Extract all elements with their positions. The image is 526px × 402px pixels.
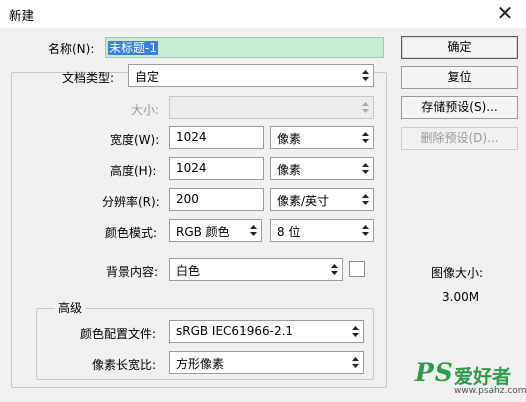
color-mode-label: 颜色模式: xyxy=(105,226,158,240)
background-value: 白色 xyxy=(176,264,201,278)
background-select[interactable]: 白色 xyxy=(169,258,343,281)
profile-label: 颜色配置文件: xyxy=(80,327,157,341)
ok-button[interactable]: 确定 xyxy=(401,36,518,59)
title-bar: 新建 ✕ xyxy=(0,0,526,28)
watermark-ps: PS xyxy=(415,358,454,387)
watermark-url: www.psahz.com xyxy=(454,386,526,396)
pixel-aspect-select[interactable]: 方形像素 xyxy=(169,351,364,374)
window-title: 新建 xyxy=(9,8,35,23)
background-color-swatch[interactable] xyxy=(349,261,365,277)
bit-depth-value: 8 位 xyxy=(277,225,301,239)
height-unit-value: 像素 xyxy=(277,163,302,177)
resolution-unit-value: 像素/英寸 xyxy=(277,194,330,208)
size-select xyxy=(169,96,374,119)
updown-arrow-icon xyxy=(250,225,257,236)
updown-arrow-icon xyxy=(362,70,369,81)
color-mode-value: RGB 颜色 xyxy=(176,225,230,239)
watermark-logo: PS 爱好者 www.psahz.com xyxy=(415,358,526,402)
height-unit-select[interactable]: 像素 xyxy=(270,157,374,180)
size-label: 大小: xyxy=(131,103,160,117)
name-value: 未标题-1 xyxy=(108,41,158,55)
updown-arrow-icon xyxy=(362,102,369,113)
color-profile-select[interactable]: sRGB IEC61966-2.1 xyxy=(169,320,364,343)
image-size-label: 图像大小: xyxy=(431,266,484,280)
delete-preset-button: 删除预设(D)... xyxy=(401,127,518,150)
watermark-text: 爱好者 xyxy=(454,366,512,388)
height-input[interactable]: 1024 xyxy=(169,157,264,180)
resolution-input[interactable]: 200 xyxy=(169,188,264,211)
name-label: 名称(N): xyxy=(48,42,95,56)
image-size-value: 3.00M xyxy=(442,290,480,304)
updown-arrow-icon xyxy=(331,264,338,275)
preset-label: 文档类型: xyxy=(62,71,115,85)
resolution-unit-select[interactable]: 像素/英寸 xyxy=(270,188,374,211)
bit-depth-select[interactable]: 8 位 xyxy=(270,219,374,242)
updown-arrow-icon xyxy=(362,163,369,174)
color-mode-select[interactable]: RGB 颜色 xyxy=(169,219,262,242)
advanced-legend: 高级 xyxy=(55,299,86,316)
height-label: 高度(H): xyxy=(110,164,157,178)
preset-value: 自定 xyxy=(135,70,160,84)
resolution-label: 分辨率(R): xyxy=(102,195,160,209)
save-preset-button[interactable]: 存储预设(S)... xyxy=(401,96,518,119)
name-field[interactable]: 未标题-1 xyxy=(105,37,384,58)
updown-arrow-icon xyxy=(352,357,359,368)
preset-select[interactable]: 自定 xyxy=(128,64,374,87)
updown-arrow-icon xyxy=(362,194,369,205)
width-unit-select[interactable]: 像素 xyxy=(270,126,374,149)
width-unit-value: 像素 xyxy=(277,132,302,146)
pixel-aspect-label: 像素长宽比: xyxy=(92,358,157,372)
updown-arrow-icon xyxy=(352,326,359,337)
close-icon[interactable]: ✕ xyxy=(488,0,522,28)
color-profile-value: sRGB IEC61966-2.1 xyxy=(176,324,294,338)
width-input[interactable]: 1024 xyxy=(169,126,264,149)
background-label: 背景内容: xyxy=(106,265,159,279)
updown-arrow-icon xyxy=(362,225,369,236)
pixel-aspect-value: 方形像素 xyxy=(176,357,225,371)
updown-arrow-icon xyxy=(362,132,369,143)
width-label: 宽度(W): xyxy=(110,133,160,147)
reset-button[interactable]: 复位 xyxy=(401,66,518,89)
